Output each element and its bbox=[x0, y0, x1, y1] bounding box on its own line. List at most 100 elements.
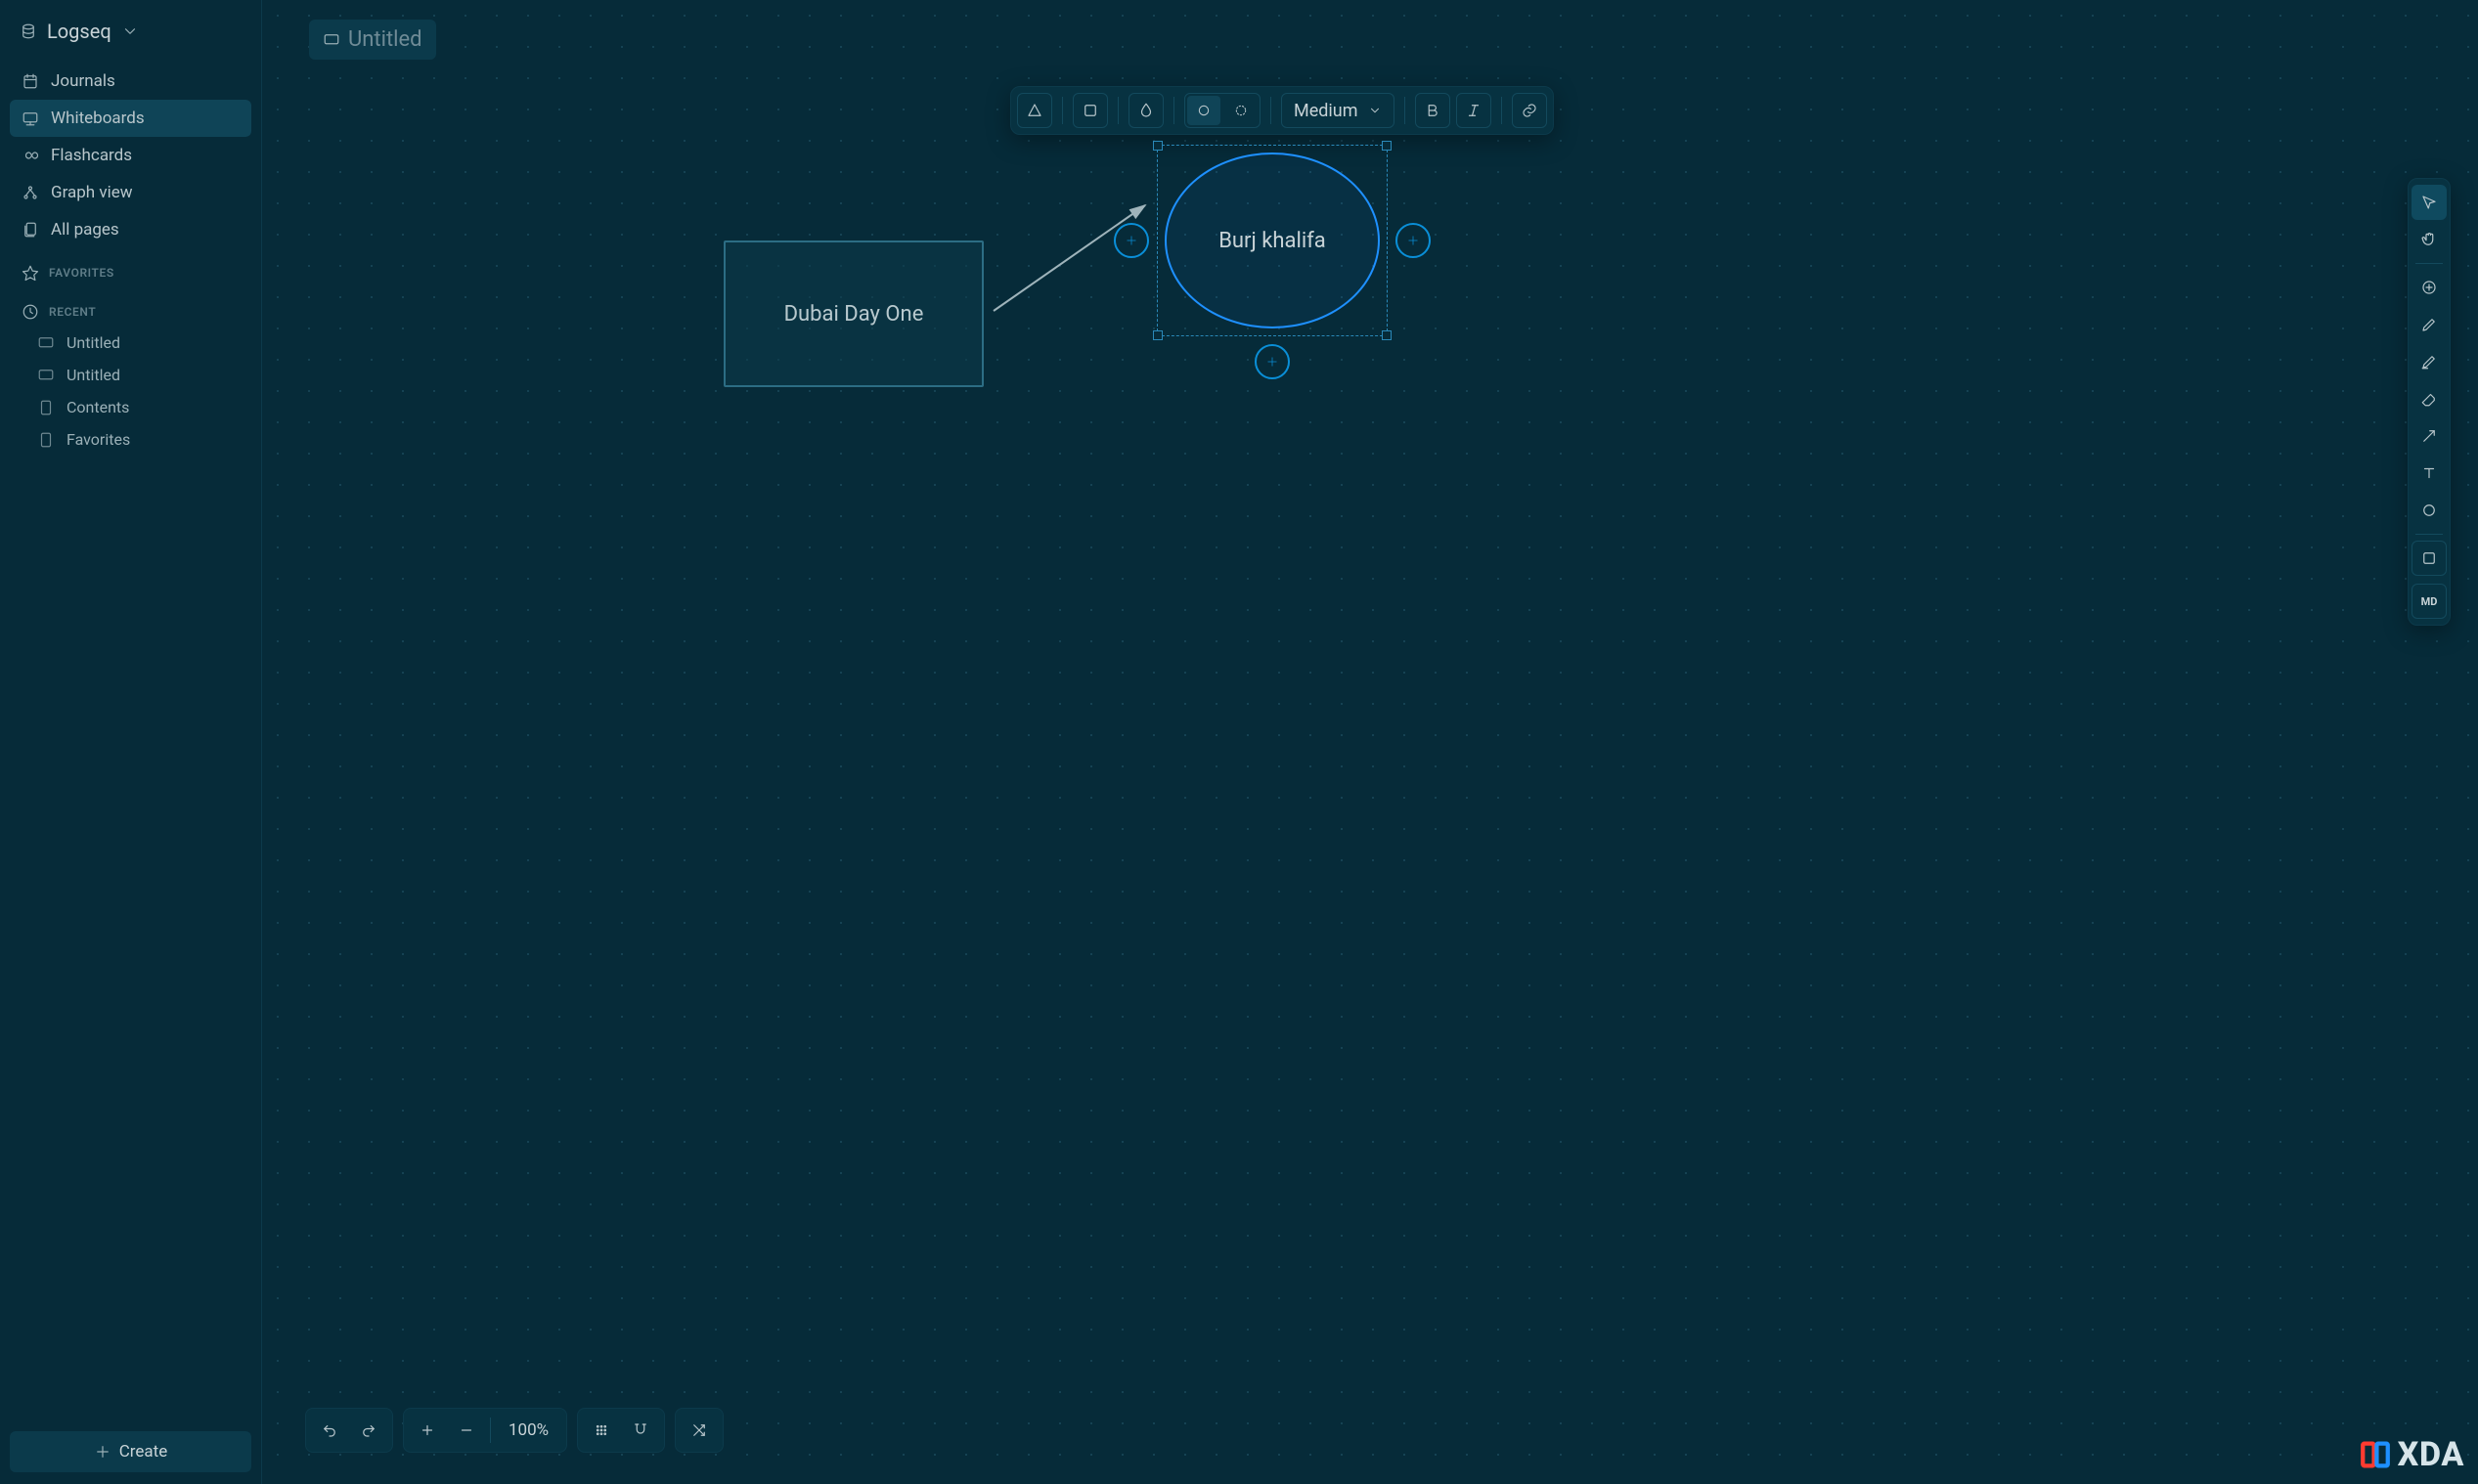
resize-handle-tr[interactable] bbox=[1382, 141, 1392, 151]
recent-item[interactable]: Untitled bbox=[10, 327, 251, 359]
tool-highlighter[interactable] bbox=[2412, 344, 2447, 379]
separator bbox=[1118, 97, 1119, 124]
nav-all-pages[interactable]: All pages bbox=[10, 211, 251, 248]
recent-header[interactable]: RECENT bbox=[10, 287, 251, 327]
nav-whiteboards[interactable]: Whiteboards bbox=[10, 100, 251, 137]
whiteboard-icon bbox=[22, 109, 39, 127]
separator bbox=[1501, 97, 1502, 124]
stroke-width-select[interactable]: Medium bbox=[1281, 93, 1394, 128]
ellipse-text: Burj khalifa bbox=[1218, 229, 1326, 253]
tool-eraser[interactable] bbox=[2412, 381, 2447, 416]
whiteboard-canvas[interactable]: Untitled Medium Dubai Day One bbox=[262, 0, 2478, 1484]
nav-graph-view[interactable]: Graph view bbox=[10, 174, 251, 211]
undo-button[interactable] bbox=[310, 1413, 349, 1448]
toggle-grid-button[interactable] bbox=[582, 1413, 621, 1448]
opacity-button[interactable] bbox=[1128, 93, 1164, 128]
tool-swatch[interactable] bbox=[2412, 541, 2447, 576]
redo-button[interactable] bbox=[349, 1413, 388, 1448]
app-switcher[interactable]: Logseq bbox=[10, 12, 251, 63]
card-dubai-day-one[interactable]: Dubai Day One bbox=[724, 240, 984, 387]
resize-handle-br[interactable] bbox=[1382, 330, 1392, 340]
separator bbox=[490, 1418, 491, 1443]
separator bbox=[1173, 97, 1174, 124]
page-title: Untitled bbox=[348, 27, 422, 52]
graph-icon bbox=[22, 184, 39, 201]
nav-journals[interactable]: Journals bbox=[10, 63, 251, 100]
page-icon bbox=[37, 399, 55, 416]
zoom-group: 100% bbox=[403, 1408, 567, 1453]
italic-button[interactable] bbox=[1456, 93, 1491, 128]
bottom-toolbar: 100% bbox=[305, 1408, 724, 1453]
create-button[interactable]: Create bbox=[10, 1431, 251, 1472]
selected-shape-group: Burj khalifa bbox=[1159, 147, 1386, 334]
separator bbox=[2415, 263, 2443, 264]
database-icon bbox=[20, 22, 37, 40]
xda-logo-icon bbox=[2359, 1438, 2392, 1471]
quick-add-bottom[interactable] bbox=[1255, 344, 1290, 379]
link-button[interactable] bbox=[1512, 93, 1547, 128]
selection-toolbar: Medium bbox=[1010, 86, 1554, 135]
create-label: Create bbox=[119, 1442, 168, 1462]
tool-connector[interactable] bbox=[2412, 418, 2447, 454]
star-icon bbox=[22, 264, 39, 282]
toggle-snap-button[interactable] bbox=[621, 1413, 660, 1448]
nav-label: All pages bbox=[51, 220, 119, 240]
misc-group bbox=[675, 1408, 724, 1453]
quick-add-right[interactable] bbox=[1395, 223, 1431, 258]
tool-add-block[interactable] bbox=[2412, 270, 2447, 305]
separator bbox=[2415, 534, 2443, 535]
zoom-out-button[interactable] bbox=[447, 1413, 486, 1448]
clock-icon bbox=[22, 303, 39, 321]
recent-label: Untitled bbox=[66, 366, 120, 384]
infinity-icon bbox=[22, 147, 39, 164]
recent-item[interactable]: Contents bbox=[10, 391, 251, 423]
plus-icon bbox=[94, 1443, 111, 1461]
card-text: Dubai Day One bbox=[784, 302, 924, 327]
recent-label: Contents bbox=[66, 398, 129, 416]
tool-rail: MD bbox=[2408, 178, 2451, 626]
tool-pan[interactable] bbox=[2412, 222, 2447, 257]
separator bbox=[1404, 97, 1405, 124]
separator bbox=[1062, 97, 1063, 124]
recent-item[interactable]: Untitled bbox=[10, 359, 251, 391]
section-label: RECENT bbox=[49, 305, 96, 319]
section-label: FAVORITES bbox=[49, 266, 114, 280]
ellipse-burj-khalifa[interactable]: Burj khalifa bbox=[1165, 153, 1380, 328]
whiteboard-icon bbox=[323, 31, 340, 49]
page-title-chip[interactable]: Untitled bbox=[309, 20, 436, 60]
nav-label: Flashcards bbox=[51, 146, 132, 165]
zoom-level[interactable]: 100% bbox=[495, 1420, 562, 1440]
resize-handle-bl[interactable] bbox=[1153, 330, 1163, 340]
recent-item[interactable]: Favorites bbox=[10, 423, 251, 456]
nav-label: Whiteboards bbox=[51, 109, 145, 128]
tool-pencil[interactable] bbox=[2412, 307, 2447, 342]
calendar-icon bbox=[22, 72, 39, 90]
pages-icon bbox=[22, 221, 39, 239]
tool-shape[interactable] bbox=[2412, 493, 2447, 528]
whiteboard-icon bbox=[37, 334, 55, 352]
app-name: Logseq bbox=[47, 20, 111, 43]
fill-solid-option[interactable] bbox=[1224, 96, 1258, 125]
watermark: XDA bbox=[2359, 1435, 2464, 1474]
watermark-text: XDA bbox=[2398, 1435, 2464, 1474]
view-group bbox=[577, 1408, 665, 1453]
zoom-in-button[interactable] bbox=[408, 1413, 447, 1448]
bold-button[interactable] bbox=[1415, 93, 1450, 128]
recent-label: Favorites bbox=[66, 430, 130, 449]
tool-select[interactable] bbox=[2412, 185, 2447, 220]
fill-none-option[interactable] bbox=[1187, 96, 1220, 125]
swatch-button[interactable] bbox=[1073, 93, 1108, 128]
tool-text[interactable] bbox=[2412, 456, 2447, 491]
favorites-header[interactable]: FAVORITES bbox=[10, 248, 251, 287]
stroke-width-label: Medium bbox=[1294, 101, 1358, 121]
nav-label: Journals bbox=[51, 71, 115, 91]
fill-style-segment bbox=[1184, 93, 1261, 128]
shuffle-button[interactable] bbox=[680, 1413, 719, 1448]
nav-flashcards[interactable]: Flashcards bbox=[10, 137, 251, 174]
shape-color-button[interactable] bbox=[1017, 93, 1052, 128]
tool-markdown[interactable]: MD bbox=[2412, 584, 2447, 619]
resize-handle-tl[interactable] bbox=[1153, 141, 1163, 151]
separator bbox=[1270, 97, 1271, 124]
quick-add-left[interactable] bbox=[1114, 223, 1149, 258]
sidebar: Logseq Journals Whiteboards Flashcards G… bbox=[0, 0, 262, 1484]
